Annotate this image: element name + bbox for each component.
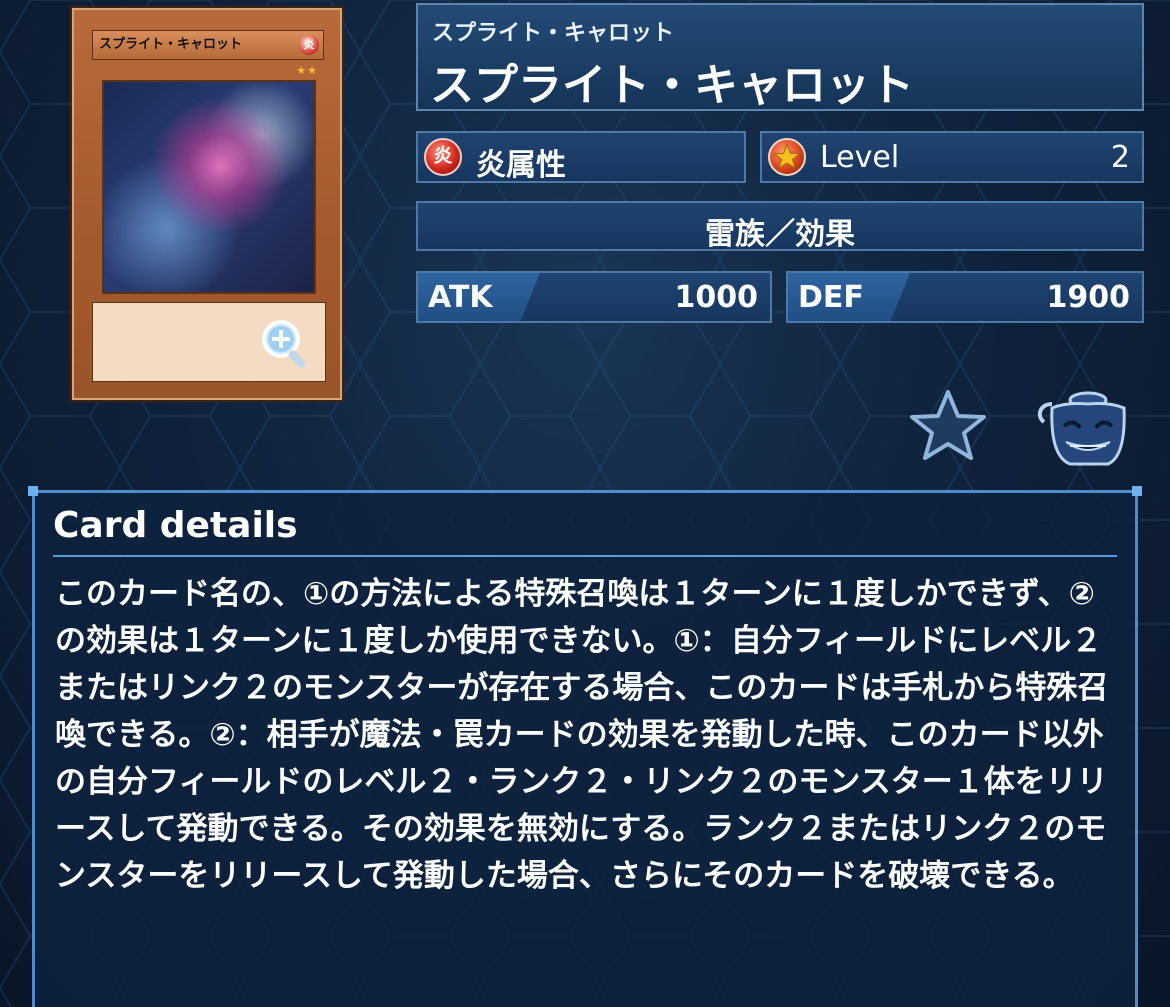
pot-of-greed-icon[interactable] bbox=[1030, 386, 1126, 470]
atk-label: ATK bbox=[428, 280, 493, 315]
card-artwork bbox=[102, 80, 316, 294]
def-label: DEF bbox=[798, 280, 864, 315]
type-label: 雷族／効果 bbox=[705, 217, 855, 252]
def-value: 1900 bbox=[1046, 280, 1131, 315]
def-box: DEF 1900 bbox=[786, 271, 1144, 323]
level-label: Level bbox=[820, 140, 900, 175]
card-details-divider bbox=[53, 555, 1117, 557]
card-image-level-stars: ★★ bbox=[296, 64, 318, 77]
card-effect-text: このカード名の、①の方法による特殊召喚は１ターンに１度しかできず、②の効果は１タ… bbox=[55, 576, 1109, 894]
atk-value: 1000 bbox=[674, 280, 759, 315]
level-value: 2 bbox=[1110, 140, 1130, 175]
attribute-box: 炎 炎属性 bbox=[416, 131, 746, 183]
card-name-box: スプライト・キャロット スプライト・キャロット bbox=[416, 3, 1144, 111]
card-detail-page: スプライト・キャロット 炎 ★★ スプライト・キャロット スプライト・キャロット… bbox=[0, 0, 1170, 1007]
type-box: 雷族／効果 bbox=[416, 201, 1144, 252]
card-image-attribute-icon: 炎 bbox=[299, 35, 319, 55]
fire-attribute-icon: 炎 bbox=[424, 138, 462, 176]
card-details-title: Card details bbox=[53, 505, 298, 546]
level-star-icon bbox=[768, 138, 806, 176]
card-details-panel: Card details このカード名の、①の方法による特殊召喚は１ターンに１度… bbox=[28, 486, 1142, 1007]
zoom-in-icon[interactable] bbox=[257, 315, 317, 375]
level-box: Level 2 bbox=[760, 131, 1144, 183]
card-image-text-box bbox=[92, 302, 326, 382]
atk-box: ATK 1000 bbox=[416, 271, 772, 323]
panel-corner-marker bbox=[28, 486, 38, 496]
card-image-name: スプライト・キャロット 炎 bbox=[92, 30, 324, 60]
card-name-reading: スプライト・キャロット bbox=[432, 21, 675, 46]
attribute-label: 炎属性 bbox=[476, 148, 566, 183]
card-name-title: スプライト・キャロット bbox=[430, 60, 914, 111]
favorite-star-icon[interactable] bbox=[906, 386, 990, 466]
card-image[interactable]: スプライト・キャロット 炎 ★★ bbox=[70, 6, 344, 402]
panel-corner-marker bbox=[1132, 486, 1142, 496]
